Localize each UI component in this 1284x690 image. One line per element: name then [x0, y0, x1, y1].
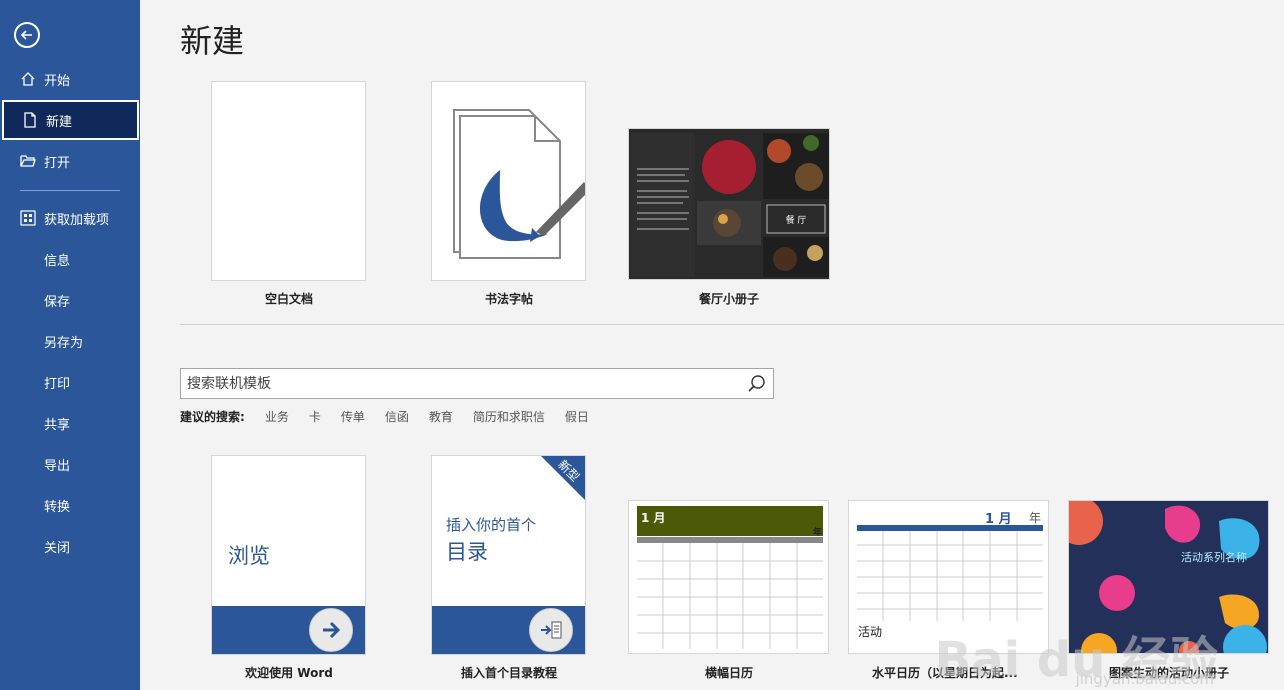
sidebar-item-label: 开始 [44, 73, 71, 89]
template-label: 插入首个目录教程 [460, 666, 557, 680]
home-icon [20, 71, 36, 87]
suggested-searches: 建议的搜索: 业务 卡 传单 信函 教育 简历和求职信 假日 [180, 407, 609, 425]
sidebar-item-label: 关闭 [44, 540, 71, 556]
sidebar-item-label: 共享 [44, 417, 71, 433]
template-label: 欢迎使用 Word [245, 666, 333, 680]
toc-thumb-line2: 目录 [446, 540, 488, 564]
search-input[interactable] [181, 369, 741, 398]
toc-thumb-line1: 插入你的首个 [446, 516, 537, 534]
suggested-search-link[interactable]: 信函 [385, 408, 409, 425]
arrow-right-icon [309, 608, 353, 652]
template-blank-document[interactable]: 空白文档 [210, 80, 368, 310]
sidebar-item-close[interactable]: 关闭 [0, 526, 140, 566]
back-arrow-icon[interactable] [14, 22, 40, 48]
calendar-grid [857, 525, 1043, 621]
browse-text: 浏览 [228, 544, 270, 568]
suggested-search-link[interactable]: 业务 [265, 408, 289, 425]
search-online-templates[interactable] [180, 368, 774, 399]
template-label: 空白文档 [264, 292, 313, 306]
suggested-search-link[interactable]: 简历和求职信 [473, 408, 545, 425]
suggested-search-link[interactable]: 教育 [429, 408, 453, 425]
sidebar-item-export[interactable]: 导出 [0, 444, 140, 484]
sidebar-item-label: 新建 [46, 114, 73, 130]
template-event-brochure[interactable]: 活动系列名称 图案生动的活动小册子 [1068, 500, 1270, 686]
sidebar-divider [20, 190, 120, 191]
sidebar-item-info[interactable]: 信息 [0, 239, 140, 279]
template-label: 水平日历（以星期日为起... [872, 666, 1018, 680]
template-welcome-word[interactable]: 浏览 欢迎使用 Word [210, 454, 368, 686]
new-document-icon [22, 112, 38, 128]
template-label: 书法字帖 [484, 292, 533, 306]
sidebar-item-transform[interactable]: 转换 [0, 485, 140, 525]
template-calligraphy[interactable]: 书法字帖 [430, 80, 588, 310]
calendar-month: 1 月 [641, 511, 666, 525]
template-thumbnail: 1 月 年 活动 [848, 500, 1049, 654]
folder-open-icon [20, 153, 36, 169]
template-thumbnail: 插入你的首个 目录 新型 [431, 455, 586, 655]
sidebar-item-label: 获取加载项 [44, 212, 110, 228]
template-horizontal-calendar[interactable]: 1 月 年 活动 水平日历（以星期日为起... [848, 500, 1050, 686]
sidebar-item-label: 另存为 [44, 335, 84, 351]
template-label: 图案生动的活动小册子 [1108, 666, 1229, 680]
sidebar-item-label: 保存 [44, 294, 71, 310]
calendar-year: 年 [1029, 511, 1042, 525]
template-label: 横幅日历 [704, 666, 753, 680]
sidebar-item-label: 打印 [44, 376, 71, 392]
backstage-sidebar: 开始 新建 打开 获取加载项 信息 保存 另存为 打印 共享 导出 转换 关闭 [0, 0, 140, 690]
sidebar-item-label: 导出 [44, 458, 71, 474]
search-icon[interactable] [747, 374, 767, 394]
suggested-search-link[interactable]: 传单 [341, 408, 365, 425]
template-thumbnail: 活动系列名称 [1068, 500, 1269, 654]
suggested-searches-label: 建议的搜索: [180, 409, 245, 424]
toc-insert-icon [529, 608, 573, 652]
sidebar-item-new[interactable]: 新建 [2, 100, 139, 140]
sidebar-item-addins[interactable]: 获取加载项 [0, 198, 140, 238]
sidebar-item-save[interactable]: 保存 [0, 280, 140, 320]
sidebar-item-label: 转换 [44, 499, 71, 515]
template-label: 餐厅小册子 [698, 292, 759, 306]
template-thumbnail: 餐 厅 [628, 128, 830, 280]
sidebar-item-print[interactable]: 打印 [0, 362, 140, 402]
addins-grid-icon [20, 210, 36, 226]
template-thumbnail [431, 81, 586, 281]
template-restaurant-brochure[interactable]: 餐 厅 餐厅小册子 [628, 128, 830, 310]
sidebar-item-label: 信息 [44, 253, 71, 269]
restaurant-brand-text: 餐 厅 [786, 214, 807, 226]
template-thumbnail: 浏览 [211, 455, 366, 655]
brochure-title: 活动系列名称 [1181, 551, 1247, 564]
template-banner-calendar[interactable]: 1 月 年 横幅日历 [628, 500, 830, 686]
calendar-grid [637, 537, 823, 649]
calendar-event-word: 活动 [858, 625, 883, 639]
sidebar-item-open[interactable]: 打开 [0, 141, 140, 181]
sidebar-item-save-as[interactable]: 另存为 [0, 321, 140, 361]
calligraphy-pen-icon [453, 109, 585, 259]
sidebar-item-share[interactable]: 共享 [0, 403, 140, 443]
suggested-search-link[interactable]: 假日 [565, 408, 589, 425]
template-thumbnail [211, 81, 366, 281]
sidebar-item-home[interactable]: 开始 [0, 59, 140, 99]
template-toc-tutorial[interactable]: 插入你的首个 目录 新型 插入首个目录教程 [430, 454, 588, 686]
page-title: 新建 [180, 22, 245, 60]
sidebar-item-label: 打开 [44, 155, 71, 171]
template-thumbnail: 1 月 年 [628, 500, 829, 654]
suggested-search-link[interactable]: 卡 [309, 408, 321, 425]
section-divider [180, 324, 1284, 325]
